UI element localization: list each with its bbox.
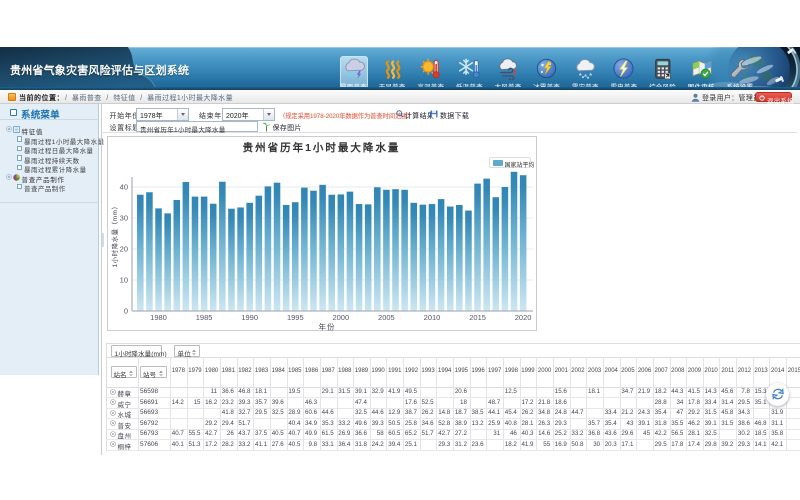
svg-text:2005: 2005 [378,313,395,322]
svg-text:1小时降水量（mm）: 1小时降水量（mm） [110,202,119,267]
svg-text:1985: 1985 [195,313,212,322]
svg-text:10: 10 [119,275,127,284]
svg-text:2015: 2015 [469,313,486,322]
svg-text:年份: 年份 [318,321,335,331]
svg-text:2000: 2000 [332,313,349,322]
svg-text:20: 20 [119,244,127,253]
svg-text:30: 30 [119,213,127,222]
svg-text:2020: 2020 [514,313,531,322]
svg-text:40: 40 [119,182,127,191]
svg-text:1980: 1980 [150,313,167,322]
svg-text:2010: 2010 [423,313,440,322]
svg-text:0: 0 [123,306,127,315]
svg-text:1990: 1990 [241,313,258,322]
svg-text:1995: 1995 [286,313,303,322]
